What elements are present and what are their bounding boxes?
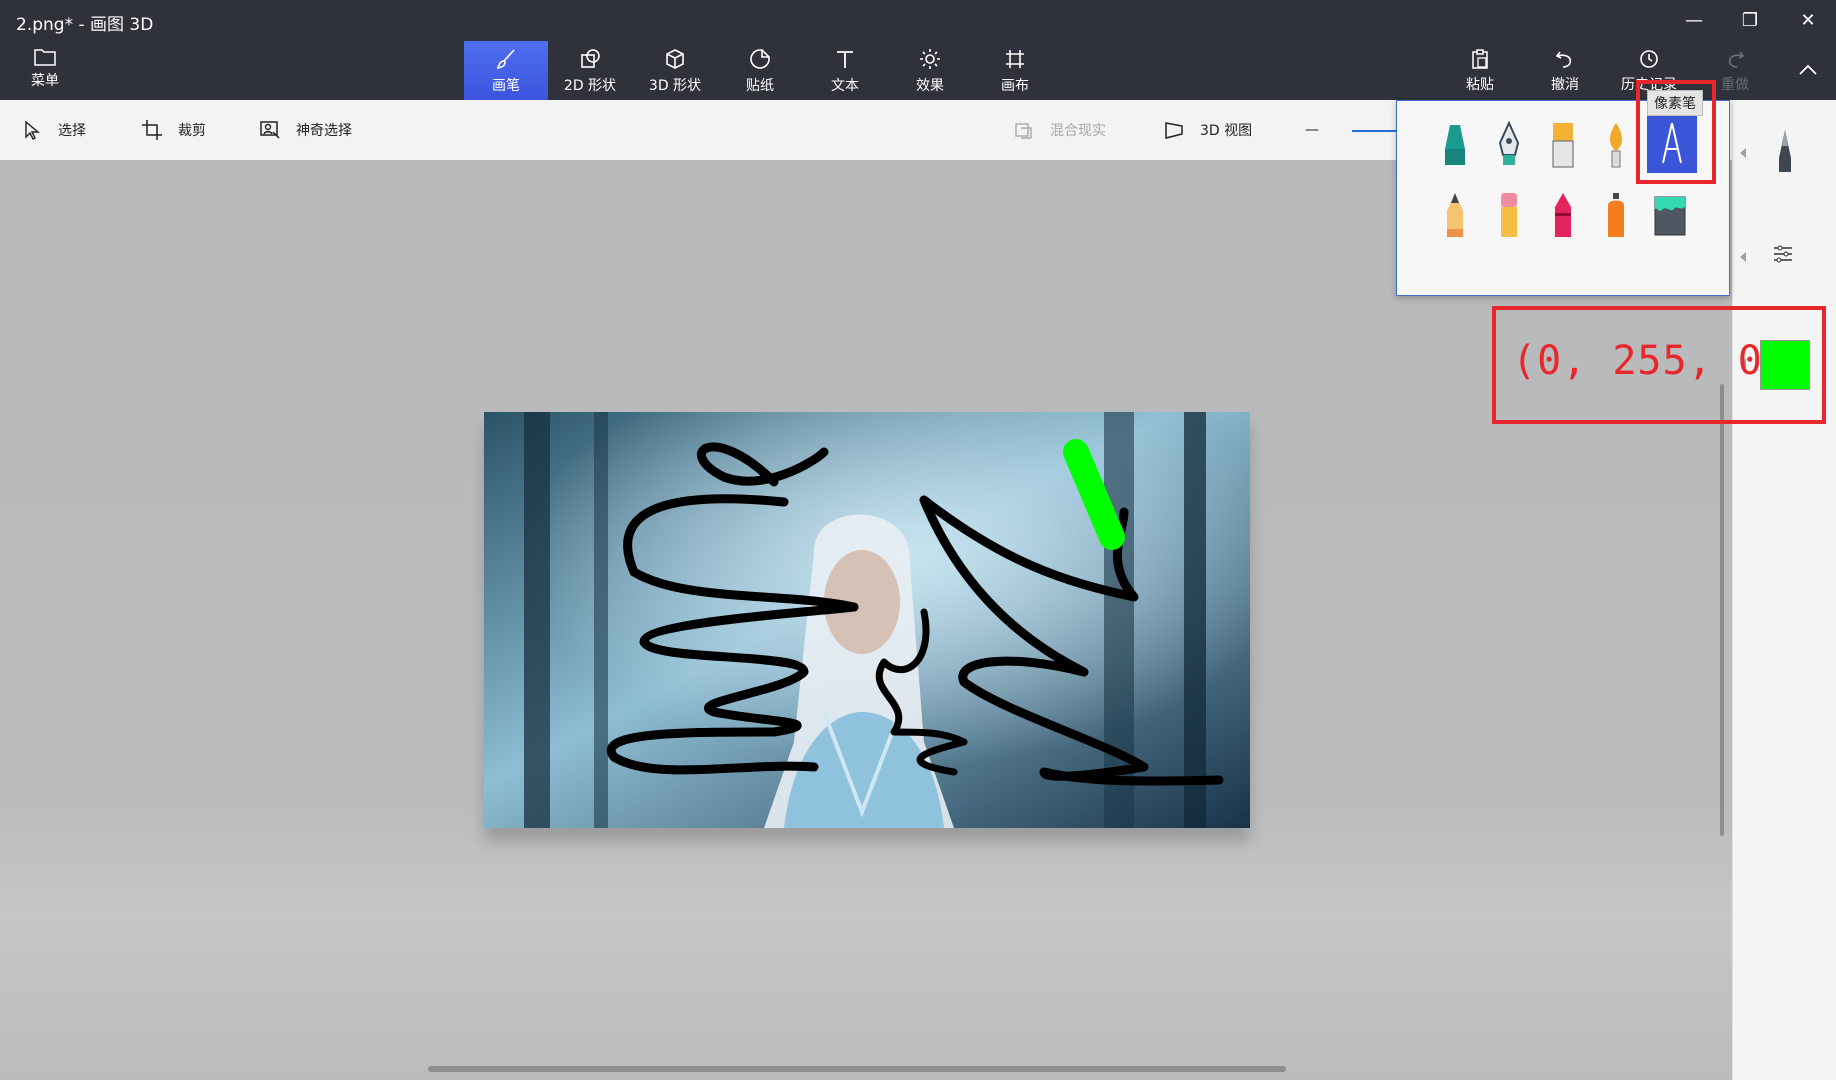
sliders-icon — [1774, 245, 1792, 263]
brush-fill[interactable] — [1647, 187, 1693, 243]
mixed-reality-label: 混合现实 — [1050, 123, 1106, 139]
paste-label: 粘贴 — [1466, 77, 1494, 93]
crayon-icon — [1555, 193, 1571, 237]
shapes-2d-icon — [577, 47, 603, 71]
3d-view-icon — [1162, 118, 1186, 142]
cube-icon — [662, 47, 688, 71]
minimize-button[interactable]: — — [1666, 0, 1722, 40]
zoom-slider[interactable] — [1352, 130, 1396, 132]
crop-icon — [140, 118, 164, 142]
tab-label: 画笔 — [492, 77, 520, 94]
caret-left-icon — [1740, 148, 1746, 158]
tab-3d-shapes[interactable]: 3D 形状 — [633, 41, 717, 100]
tab-canvas[interactable]: 画布 — [973, 41, 1057, 100]
caret-left-icon — [1740, 252, 1746, 262]
cursor-icon — [20, 118, 44, 142]
fantasy-portrait-image — [484, 412, 1250, 828]
mixed-reality-icon — [1012, 118, 1036, 142]
marker-icon — [1445, 125, 1465, 165]
text-icon — [832, 47, 858, 71]
tab-text[interactable]: 文本 — [803, 41, 887, 100]
select-label: 选择 — [58, 123, 86, 139]
tab-brushes[interactable]: 画笔 — [464, 41, 548, 100]
tab-label: 画布 — [1001, 77, 1029, 94]
magic-select-button[interactable]: 神奇选择 — [258, 114, 352, 146]
tab-2d-shapes[interactable]: 2D 形状 — [548, 41, 632, 100]
canvas-icon — [1002, 47, 1028, 71]
undo-button[interactable]: 撤消 — [1530, 46, 1600, 96]
folder-icon — [34, 49, 56, 66]
sticker-icon — [747, 47, 773, 71]
spray-can-icon — [1608, 193, 1624, 237]
horizontal-scrollbar[interactable] — [428, 1066, 1286, 1072]
select-button[interactable]: 选择 — [20, 114, 86, 146]
brush-marker[interactable] — [1432, 117, 1478, 173]
undo-label: 撤消 — [1551, 77, 1579, 93]
menu-label: 菜单 — [31, 73, 59, 89]
annotation-box-pixel-pen — [1636, 80, 1716, 184]
menu-button[interactable]: 菜单 — [20, 46, 70, 92]
sun-icon — [917, 47, 943, 71]
crop-button[interactable]: 裁剪 — [140, 114, 206, 146]
magic-select-icon — [258, 118, 282, 142]
3d-view-button[interactable]: 3D 视图 — [1162, 114, 1252, 146]
tab-label: 文本 — [831, 77, 859, 94]
chevron-up-icon — [1799, 64, 1817, 75]
mixed-reality-button[interactable]: 混合现实 — [1012, 114, 1106, 146]
tab-label: 效果 — [916, 77, 944, 94]
pencil-icon — [1447, 193, 1463, 237]
crop-label: 裁剪 — [178, 123, 206, 139]
fill-bucket-icon — [1654, 196, 1686, 236]
tab-label: 2D 形状 — [563, 77, 617, 94]
history-icon — [1640, 50, 1658, 68]
brush-calligraphy-pen[interactable] — [1486, 117, 1532, 173]
vertical-scrollbar[interactable] — [1720, 384, 1724, 836]
tab-effects[interactable]: 效果 — [888, 41, 972, 100]
tab-label: 贴纸 — [746, 77, 774, 94]
redo-icon — [1728, 51, 1745, 68]
calligraphy-pen-icon — [1498, 121, 1520, 165]
paste-button[interactable]: 粘贴 — [1445, 46, 1515, 96]
rgb-annotation: (0, 255, 0) — [1512, 338, 1788, 384]
oil-brush-icon — [1552, 123, 1574, 168]
paste-icon — [1472, 49, 1488, 69]
undo-icon — [1555, 51, 1572, 68]
brush-pencil[interactable] — [1432, 187, 1478, 243]
3d-view-label: 3D 视图 — [1200, 123, 1253, 139]
tab-label: 3D 形状 — [648, 77, 702, 94]
color-swatch[interactable] — [1760, 340, 1810, 390]
eraser-icon — [1501, 193, 1517, 237]
brush-watercolor[interactable] — [1593, 117, 1639, 173]
canvas-image[interactable] — [484, 412, 1250, 828]
brush-settings-button[interactable] — [1771, 242, 1795, 270]
close-button[interactable]: ✕ — [1780, 0, 1836, 40]
brush-crayon[interactable] — [1540, 187, 1586, 243]
restore-button[interactable]: ❐ — [1722, 0, 1778, 40]
title-bar: 2.png* - 画图 3D — ❐ ✕ 菜单 画笔 2D 形状 3D 形状 贴… — [0, 0, 1836, 100]
brush-spray-can[interactable] — [1593, 187, 1639, 243]
redo-label: 重做 — [1721, 77, 1749, 93]
zoom-out-icon: — — [1305, 122, 1319, 138]
zoom-out-button[interactable]: — — [1305, 114, 1319, 146]
brush-eraser[interactable] — [1486, 187, 1532, 243]
window-title: 2.png* - 画图 3D — [16, 15, 154, 35]
collapse-ribbon-button[interactable] — [1780, 50, 1836, 90]
current-brush-button[interactable] — [1773, 128, 1797, 180]
side-panel — [1732, 100, 1836, 1080]
watercolor-icon — [1610, 123, 1622, 168]
brush-oil[interactable] — [1540, 117, 1586, 173]
brush-icon — [493, 47, 519, 71]
tab-stickers[interactable]: 贴纸 — [718, 41, 802, 100]
magic-select-label: 神奇选择 — [296, 123, 352, 139]
pixel-pen-preview-icon — [1779, 130, 1791, 172]
